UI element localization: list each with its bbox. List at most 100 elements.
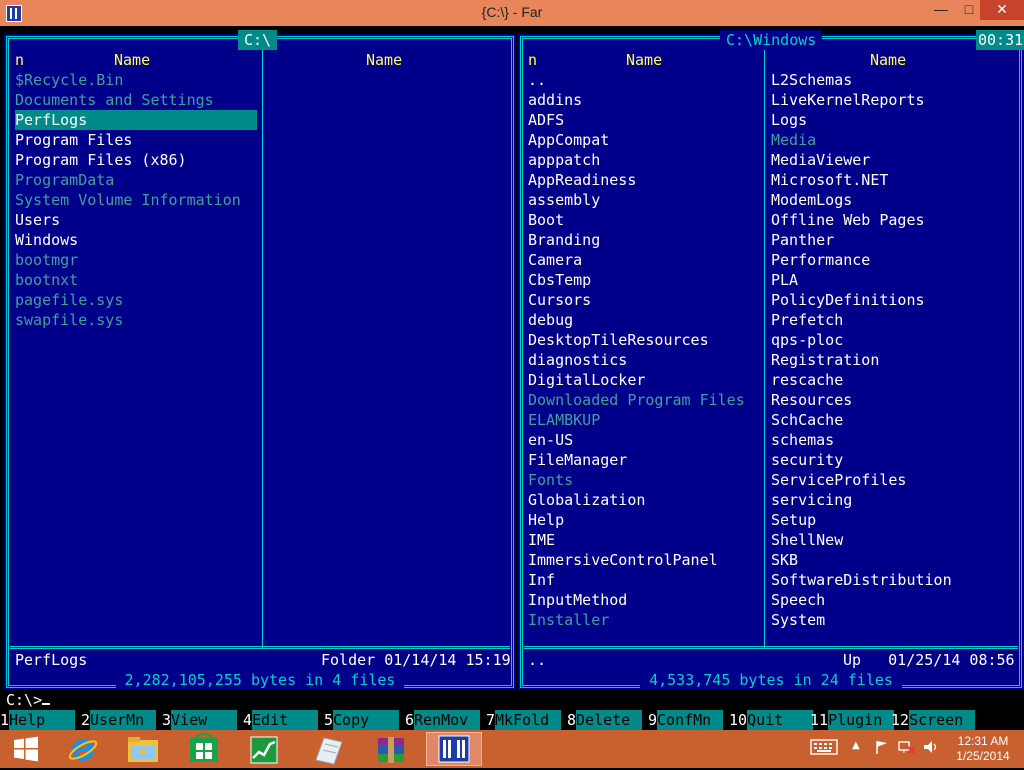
command-line[interactable]: C:\> — [6, 690, 51, 710]
file-item[interactable]: diagnostics — [528, 350, 627, 370]
right-header-name-1[interactable]: Name — [626, 50, 662, 70]
file-item[interactable]: assembly — [528, 190, 600, 210]
file-item[interactable]: SoftwareDistribution — [771, 570, 952, 590]
file-item[interactable]: ELAMBKUP — [528, 410, 600, 430]
file-item[interactable]: security — [771, 450, 843, 470]
file-item[interactable]: Program Files — [15, 130, 132, 150]
internet-explorer-icon[interactable] — [56, 732, 112, 766]
action-center-flag-icon[interactable] — [874, 739, 890, 759]
file-item[interactable]: Panther — [771, 230, 834, 250]
file-item[interactable]: addins — [528, 90, 582, 110]
file-item[interactable]: Boot — [528, 210, 564, 230]
network-icon[interactable] — [898, 739, 916, 759]
close-button[interactable]: ✕ — [980, 0, 1024, 20]
file-item[interactable]: Users — [15, 210, 60, 230]
file-item[interactable]: servicing — [771, 490, 852, 510]
file-item[interactable]: InputMethod — [528, 590, 627, 610]
volume-icon[interactable] — [922, 739, 940, 759]
file-item[interactable]: AppReadiness — [528, 170, 636, 190]
right-panel[interactable]: C:\Windows 00:31 n Name Name .. addins ADF… — [518, 30, 1024, 690]
file-item[interactable]: ProgramData — [15, 170, 114, 190]
file-item[interactable]: ImmersiveControlPanel — [528, 550, 718, 570]
function-key-7[interactable]: 7MkFold — [486, 710, 562, 730]
file-item[interactable]: Performance — [771, 250, 870, 270]
file-item[interactable]: schemas — [771, 430, 834, 450]
file-item[interactable]: Speech — [771, 590, 825, 610]
store-icon[interactable] — [176, 732, 232, 766]
notepad-icon[interactable] — [300, 732, 356, 766]
file-item[interactable]: PLA — [771, 270, 798, 290]
file-item[interactable]: IME — [528, 530, 555, 550]
file-item[interactable]: Logs — [771, 110, 807, 130]
file-item[interactable]: PolicyDefinitions — [771, 290, 925, 310]
file-item[interactable]: Inf — [528, 570, 555, 590]
file-item[interactable]: Media — [771, 130, 816, 150]
file-item[interactable]: pagefile.sys — [15, 290, 123, 310]
function-key-11[interactable]: 11Plugin — [810, 710, 895, 730]
file-item[interactable]: swapfile.sys — [15, 310, 123, 330]
function-key-6[interactable]: 6RenMov — [405, 710, 481, 730]
function-key-2[interactable]: 2UserMn — [81, 710, 157, 730]
file-item[interactable]: $Recycle.Bin — [15, 70, 123, 90]
file-item[interactable]: Cursors — [528, 290, 591, 310]
file-item[interactable]: Resources — [771, 390, 852, 410]
file-item[interactable]: debug — [528, 310, 573, 330]
file-item[interactable]: ModemLogs — [771, 190, 852, 210]
file-item[interactable]: apppatch — [528, 150, 600, 170]
keyboard-icon[interactable] — [810, 738, 838, 760]
taskbar-clock[interactable]: 12:31 AM 1/25/2014 — [948, 734, 1018, 764]
show-hidden-icons-icon[interactable]: ▲ — [852, 740, 860, 751]
file-item[interactable]: Setup — [771, 510, 816, 530]
function-key-10[interactable]: 10Quit — [729, 710, 814, 730]
file-item[interactable]: rescache — [771, 370, 843, 390]
file-item[interactable]: Fonts — [528, 470, 573, 490]
right-header-n[interactable]: n — [528, 50, 537, 70]
file-item[interactable]: Camera — [528, 250, 582, 270]
file-item[interactable]: System — [771, 610, 825, 630]
start-icon[interactable] — [0, 732, 56, 766]
file-item[interactable]: bootnxt — [15, 270, 78, 290]
file-item[interactable]: Registration — [771, 350, 879, 370]
task-manager-icon[interactable] — [236, 732, 292, 766]
file-item[interactable]: en-US — [528, 430, 573, 450]
file-item[interactable]: AppCompat — [528, 130, 609, 150]
file-item[interactable]: Program Files (x86) — [15, 150, 187, 170]
file-item[interactable]: DigitalLocker — [528, 370, 645, 390]
function-key-4[interactable]: 4Edit — [243, 710, 319, 730]
file-item[interactable]: Help — [528, 510, 564, 530]
file-item[interactable]: Installer — [528, 610, 609, 630]
left-panel[interactable]: C:\ n Name Name $Recycle.Bin Documents an… — [4, 30, 516, 690]
far-manager-icon[interactable] — [426, 732, 482, 766]
file-item[interactable]: PerfLogs — [15, 110, 257, 130]
left-panel-path[interactable]: C:\ — [238, 30, 278, 50]
left-header-n[interactable]: n — [15, 50, 24, 70]
file-item[interactable]: ADFS — [528, 110, 564, 130]
file-item[interactable]: Prefetch — [771, 310, 843, 330]
function-key-3[interactable]: 3View — [162, 710, 238, 730]
file-item[interactable]: Documents and Settings — [15, 90, 214, 110]
file-item[interactable]: qps-ploc — [771, 330, 843, 350]
file-item[interactable]: SchCache — [771, 410, 843, 430]
file-item[interactable]: MediaViewer — [771, 150, 870, 170]
file-item[interactable]: Globalization — [528, 490, 645, 510]
file-explorer-icon[interactable] — [116, 732, 172, 766]
function-key-12[interactable]: 12Screen — [891, 710, 976, 730]
file-item[interactable]: ServiceProfiles — [771, 470, 906, 490]
winrar-icon[interactable] — [364, 732, 420, 766]
file-item[interactable]: LiveKernelReports — [771, 90, 925, 110]
minimize-button[interactable]: — — [926, 0, 956, 20]
function-key-9[interactable]: 9ConfMn — [648, 710, 724, 730]
function-key-1[interactable]: 1Help — [0, 710, 76, 730]
file-item[interactable]: System Volume Information — [15, 190, 241, 210]
file-item[interactable]: Windows — [15, 230, 78, 250]
left-header-name-2[interactable]: Name — [366, 50, 402, 70]
file-item[interactable]: Branding — [528, 230, 600, 250]
left-header-name-1[interactable]: Name — [114, 50, 150, 70]
file-item[interactable]: ShellNew — [771, 530, 843, 550]
file-item[interactable]: CbsTemp — [528, 270, 591, 290]
function-key-5[interactable]: 5Copy — [324, 710, 400, 730]
file-item[interactable]: Offline Web Pages — [771, 210, 925, 230]
file-item[interactable]: .. — [528, 70, 546, 90]
file-item[interactable]: L2Schemas — [771, 70, 852, 90]
file-item[interactable]: DesktopTileResources — [528, 330, 709, 350]
